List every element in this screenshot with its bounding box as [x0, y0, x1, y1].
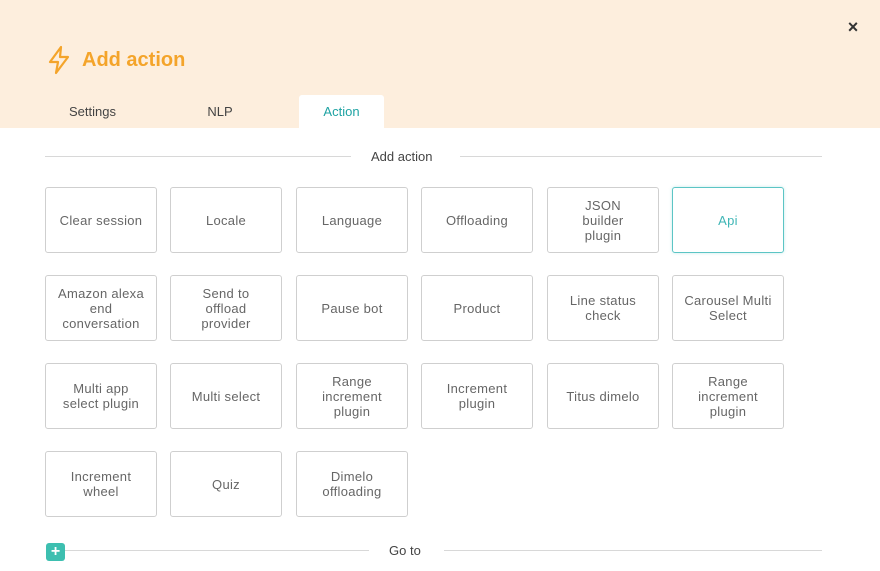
tab-nlp[interactable]: NLP — [175, 95, 265, 128]
action-card-titus-dimelo[interactable]: Titus dimelo — [547, 363, 659, 429]
action-card-amazon-alexa-end-conversation[interactable]: Amazon alexa end conversation — [45, 275, 157, 341]
action-card-multi-app-select-plugin[interactable]: Multi app select plugin — [45, 363, 157, 429]
divider-line — [65, 550, 369, 551]
action-card-offloading[interactable]: Offloading — [421, 187, 533, 253]
action-label: Offloading — [445, 212, 509, 228]
dialog-title: Add action — [82, 48, 186, 71]
action-card-line-status-check[interactable]: Line status check — [547, 275, 659, 341]
action-label: JSON builder plugin — [582, 197, 624, 243]
action-label: Increment plugin — [446, 381, 508, 411]
action-label: Multi app select plugin — [62, 381, 140, 411]
action-card-range-increment-plugin[interactable]: Range increment plugin — [296, 363, 408, 429]
add-action-dialog: × Add action Settings NLP Action Add act… — [0, 0, 880, 571]
action-card-locale[interactable]: Locale — [170, 187, 282, 253]
action-card-carousel-multi-select[interactable]: Carousel Multi Select — [672, 275, 784, 341]
action-card-send-to-offload-provider[interactable]: Send to offload provider — [170, 275, 282, 341]
action-card-dimelo-offloading[interactable]: Dimelo offloading — [296, 451, 408, 517]
action-card-multi-select[interactable]: Multi select — [170, 363, 282, 429]
action-label: Titus dimelo — [566, 388, 640, 404]
divider-line — [444, 550, 822, 551]
action-label: Locale — [205, 212, 247, 228]
divider-line — [460, 156, 822, 157]
add-action-section-label: Add action — [371, 149, 433, 164]
action-label: Pause bot — [321, 300, 383, 316]
action-label: Api — [718, 212, 738, 228]
action-card-api[interactable]: Api — [672, 187, 784, 253]
action-label: Carousel Multi Select — [684, 293, 772, 323]
action-card-range-increment-plugin-2[interactable]: Range increment plugin — [672, 363, 784, 429]
action-card-clear-session[interactable]: Clear session — [45, 187, 157, 253]
action-card-increment-plugin[interactable]: Increment plugin — [421, 363, 533, 429]
action-card-quiz[interactable]: Quiz — [170, 451, 282, 517]
divider-line — [45, 156, 351, 157]
action-label: Amazon alexa end conversation — [58, 285, 144, 331]
close-button[interactable]: × — [843, 17, 863, 37]
action-label: Clear session — [59, 212, 143, 228]
dialog-title-group: Add action — [46, 44, 185, 76]
dialog-header: × Add action Settings NLP Action — [0, 0, 880, 128]
lightning-icon — [46, 45, 72, 75]
tab-settings[interactable]: Settings — [45, 95, 140, 128]
action-label: Increment wheel — [70, 469, 132, 499]
action-card-json-builder-plugin[interactable]: JSON builder plugin — [547, 187, 659, 253]
action-label: Product — [453, 300, 501, 316]
action-card-language[interactable]: Language — [296, 187, 408, 253]
goto-section-label: Go to — [389, 543, 421, 558]
action-card-product[interactable]: Product — [421, 275, 533, 341]
action-label: Quiz — [212, 476, 240, 492]
add-action-divider: Add action — [45, 147, 822, 167]
goto-divider: Go to — [45, 541, 822, 561]
action-label: Multi select — [191, 388, 261, 404]
action-label: Range increment plugin — [698, 373, 758, 419]
tab-action[interactable]: Action — [299, 95, 384, 128]
action-label: Line status check — [569, 293, 637, 323]
action-label: Dimelo offloading — [322, 469, 382, 499]
action-card-increment-wheel[interactable]: Increment wheel — [45, 451, 157, 517]
action-card-pause-bot[interactable]: Pause bot — [296, 275, 408, 341]
action-label: Language — [321, 212, 383, 228]
action-label: Send to offload provider — [201, 285, 251, 331]
action-label: Range increment plugin — [322, 373, 382, 419]
